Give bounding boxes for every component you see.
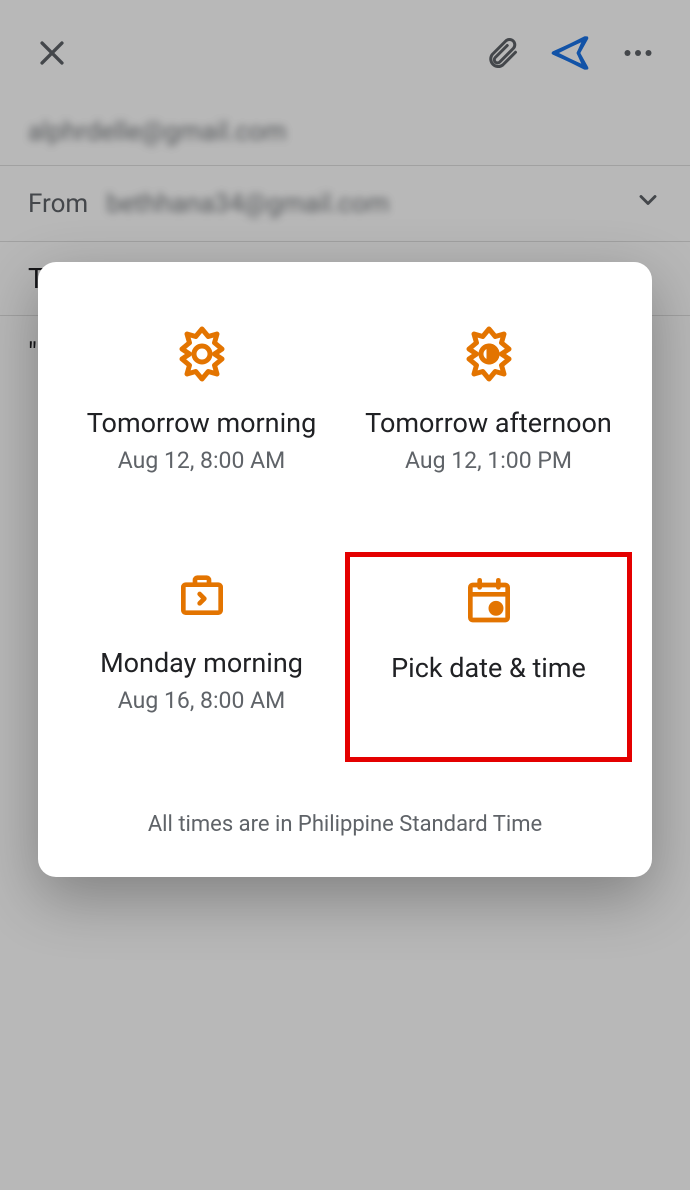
half-sun-icon bbox=[459, 324, 519, 384]
option-title: Tomorrow morning bbox=[87, 406, 316, 441]
option-title: Monday morning bbox=[100, 646, 303, 681]
option-monday-morning[interactable]: Monday morning Aug 16, 8:00 AM bbox=[58, 552, 345, 762]
sun-icon bbox=[172, 324, 232, 384]
option-tomorrow-afternoon[interactable]: Tomorrow afternoon Aug 12, 1:00 PM bbox=[345, 312, 632, 522]
option-tomorrow-morning[interactable]: Tomorrow morning Aug 12, 8:00 AM bbox=[58, 312, 345, 522]
option-pick-date-time[interactable]: Pick date & time bbox=[345, 552, 632, 762]
option-sub: Aug 16, 8:00 AM bbox=[118, 687, 285, 714]
schedule-dialog: Tomorrow morning Aug 12, 8:00 AM Tomorro… bbox=[38, 262, 652, 877]
dialog-footer: All times are in Philippine Standard Tim… bbox=[58, 812, 632, 837]
option-title: Tomorrow afternoon bbox=[365, 406, 612, 441]
option-sub: Aug 12, 8:00 AM bbox=[118, 447, 285, 474]
option-title: Pick date & time bbox=[391, 651, 586, 686]
calendar-icon bbox=[461, 569, 517, 629]
option-sub: Aug 12, 1:00 PM bbox=[405, 447, 572, 474]
briefcase-icon bbox=[174, 564, 230, 624]
